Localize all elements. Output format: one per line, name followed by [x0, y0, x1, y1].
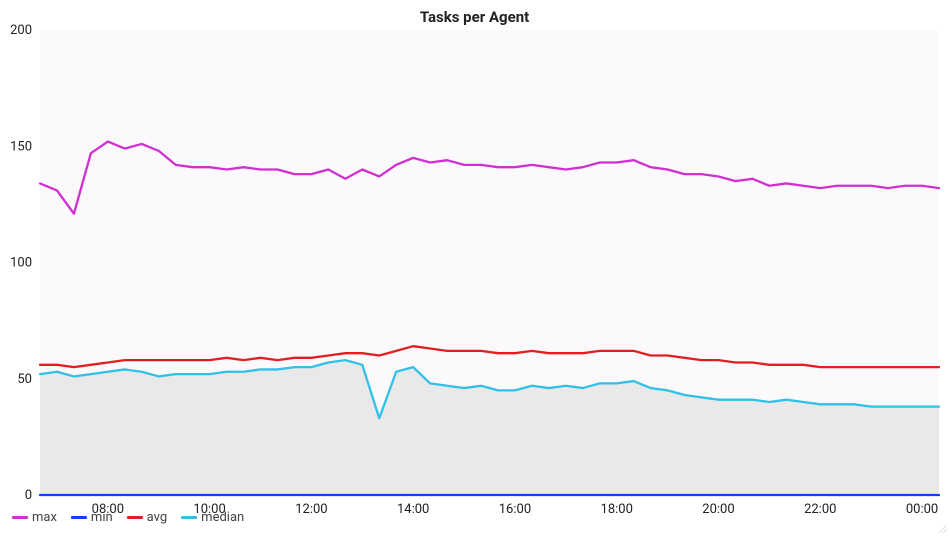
svg-text:20:00: 20:00	[702, 502, 734, 517]
svg-text:00:00: 00:00	[906, 502, 938, 517]
legend-item-median[interactable]: median	[181, 510, 244, 525]
svg-text:50: 50	[17, 372, 32, 387]
legend-label: avg	[147, 510, 168, 525]
svg-text:100: 100	[10, 256, 32, 271]
svg-text:0: 0	[25, 488, 32, 503]
svg-text:14:00: 14:00	[397, 502, 429, 517]
legend-swatch	[181, 516, 197, 519]
legend-item-max[interactable]: max	[12, 510, 57, 525]
resize-handle-icon[interactable]	[937, 518, 947, 528]
legend-label: max	[32, 510, 57, 525]
chart-container: Tasks per Agent 05010015020008:0010:0012…	[0, 0, 949, 530]
legend-swatch	[127, 516, 143, 519]
svg-text:200: 200	[10, 23, 32, 38]
svg-text:22:00: 22:00	[804, 502, 836, 517]
legend-swatch	[12, 516, 28, 519]
legend-label: median	[201, 510, 244, 525]
chart-plot-area[interactable]: 05010015020008:0010:0012:0014:0016:0018:…	[0, 0, 949, 530]
svg-text:18:00: 18:00	[601, 502, 633, 517]
svg-text:16:00: 16:00	[499, 502, 531, 517]
svg-text:150: 150	[10, 139, 32, 154]
legend: max min avg median	[12, 510, 244, 525]
legend-item-avg[interactable]: avg	[127, 510, 168, 525]
legend-item-min[interactable]: min	[71, 510, 113, 525]
legend-swatch	[71, 516, 87, 519]
legend-label: min	[91, 510, 113, 525]
svg-text:12:00: 12:00	[295, 502, 327, 517]
